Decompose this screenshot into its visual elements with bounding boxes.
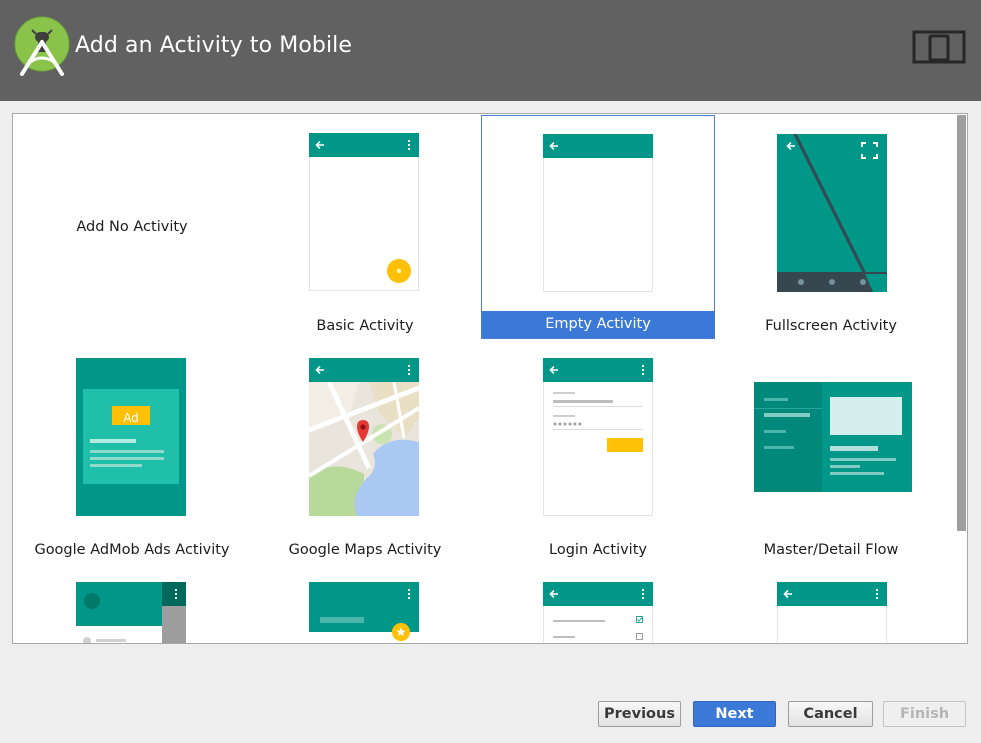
cancel-button[interactable]: Cancel <box>788 701 873 727</box>
activity-option-label: Login Activity <box>549 542 647 558</box>
activity-option-admob[interactable]: Ad Google AdMob Ads Activity <box>15 339 249 563</box>
gallery-scrollbar-thumb[interactable] <box>957 115 966 531</box>
google-maps-activity-thumbnail <box>309 358 419 516</box>
login-activity-thumbnail <box>543 358 653 516</box>
master-detail-flow-thumbnail <box>754 382 912 492</box>
activity-option-scrolling[interactable] <box>248 563 482 643</box>
navigation-drawer-thumbnail <box>76 582 186 643</box>
gallery-scrollbar[interactable] <box>956 114 967 643</box>
empty-activity-thumbnail <box>543 134 653 292</box>
wizard-title: Add an Activity to Mobile <box>75 33 353 58</box>
tabbed-activity-thumbnail <box>777 582 887 643</box>
activity-option-label: Google AdMob Ads Activity <box>34 542 230 558</box>
activity-option-label: Google Maps Activity <box>288 542 442 558</box>
settings-activity-thumbnail <box>543 582 653 643</box>
activity-option-google-maps[interactable]: Google Maps Activity <box>248 339 482 563</box>
activity-option-master-detail[interactable]: Master/Detail Flow <box>714 339 948 563</box>
activity-option-fullscreen[interactable]: Fullscreen Activity <box>714 115 948 339</box>
form-factor-device-icon <box>912 30 966 64</box>
previous-button[interactable]: Previous <box>598 701 681 727</box>
activity-option-navigation-drawer[interactable] <box>15 563 249 643</box>
activity-option-label: Fullscreen Activity <box>765 318 897 334</box>
finish-button[interactable]: Finish <box>883 701 966 727</box>
wizard-header: Add an Activity to Mobile <box>0 0 981 101</box>
activity-option-label: Add No Activity <box>76 219 188 235</box>
activity-option-label: Master/Detail Flow <box>763 542 899 558</box>
activity-option-login[interactable]: Login Activity <box>481 339 715 563</box>
admob-activity-thumbnail <box>76 358 186 516</box>
activity-option-settings[interactable] <box>481 563 715 643</box>
activity-gallery: Add No Activity Basic Activity Empty Act… <box>12 113 968 644</box>
next-button[interactable]: Next <box>693 701 776 727</box>
android-studio-logo-icon <box>14 16 70 76</box>
activity-option-label: Basic Activity <box>316 318 414 334</box>
ad-badge-text: Ad <box>123 411 139 425</box>
activity-option-tabbed[interactable] <box>714 563 948 643</box>
basic-activity-thumbnail <box>309 133 419 291</box>
activity-option-label: Empty Activity <box>482 311 714 338</box>
fullscreen-activity-thumbnail <box>777 134 887 292</box>
activity-option-no-activity[interactable]: Add No Activity <box>15 115 249 339</box>
activity-option-basic[interactable]: Basic Activity <box>248 115 482 339</box>
scrolling-activity-thumbnail <box>309 582 419 643</box>
activity-option-empty[interactable]: Empty Activity <box>481 115 715 339</box>
